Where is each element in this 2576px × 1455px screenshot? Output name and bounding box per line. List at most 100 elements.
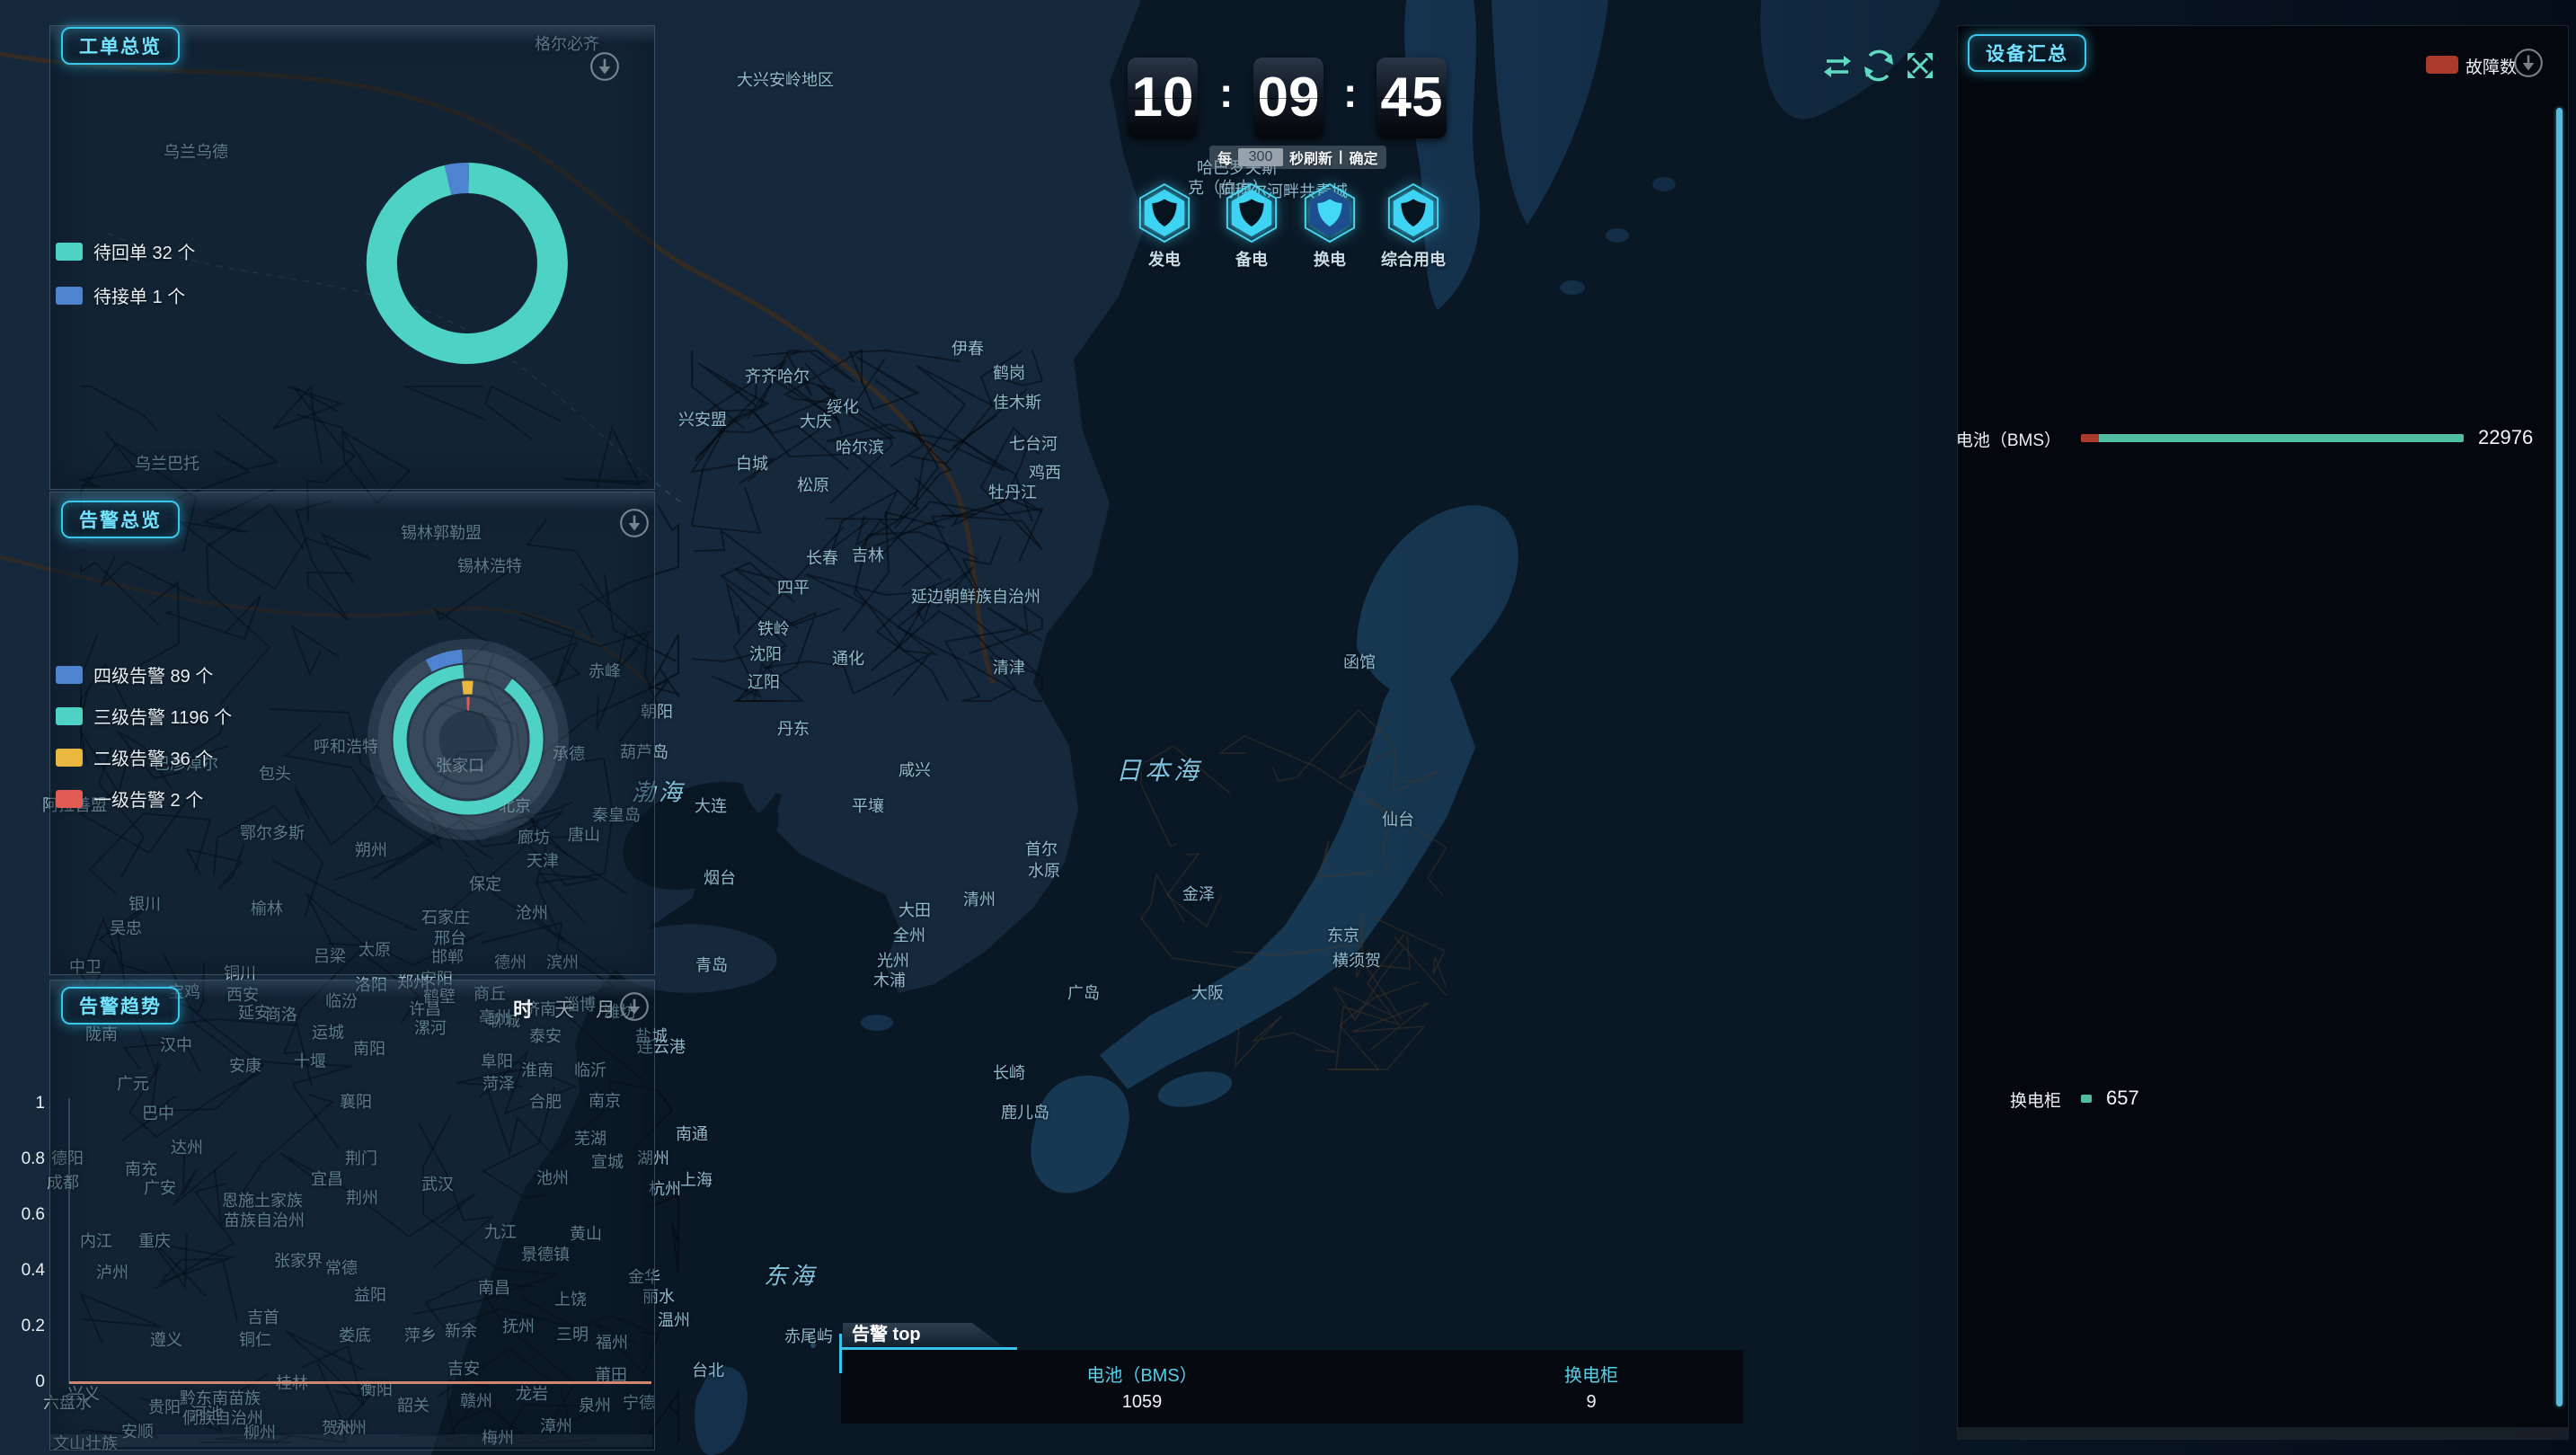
device-bar-total-segment bbox=[2081, 1095, 2092, 1103]
legend-swatch bbox=[56, 749, 83, 767]
fullscreen-icon[interactable] bbox=[1905, 50, 1935, 81]
device-bar-total-segment bbox=[2099, 434, 2464, 442]
refresh-prefix-label: 每 bbox=[1217, 146, 1232, 168]
map-city-label: 鹿儿岛 bbox=[1001, 1100, 1049, 1123]
panel-device-summary-title: 设备汇总 bbox=[1968, 34, 2086, 72]
work-order-legend: 待回单 32 个待接单 1 个 bbox=[56, 238, 195, 326]
map-city-label: 东京 bbox=[1327, 923, 1359, 946]
map-city-label: 咸兴 bbox=[899, 758, 931, 781]
map-city-label: 铁岭 bbox=[757, 617, 790, 640]
map-city-label: 长崎 bbox=[993, 1060, 1025, 1084]
alarm-trend-zero-line bbox=[69, 1381, 651, 1384]
shield-hexagon-icon bbox=[1224, 182, 1279, 244]
map-city-label: 牡丹江 bbox=[988, 480, 1037, 503]
map-city-label: 大阪 bbox=[1191, 980, 1224, 1004]
panel-alarm-overview-title: 告警总览 bbox=[61, 501, 180, 538]
device-bar-label: 电池（BMS） bbox=[1912, 427, 2061, 451]
trend-tab-天[interactable]: 天 bbox=[554, 994, 574, 1023]
download-icon[interactable] bbox=[2512, 47, 2545, 79]
device-bar-value: 657 bbox=[2106, 1087, 2139, 1110]
legend-item: 待回单 32 个 bbox=[56, 238, 195, 264]
device-bar-label: 换电柜 bbox=[1912, 1087, 2061, 1112]
map-city-label: 佳木斯 bbox=[993, 390, 1041, 413]
legend-swatch bbox=[56, 243, 83, 261]
refresh-unit-label: 秒刷新 bbox=[1289, 146, 1332, 168]
map-sea-label: 东海 bbox=[764, 1258, 818, 1291]
map-city-label: 温州 bbox=[658, 1308, 690, 1331]
panel-work-order-title: 工单总览 bbox=[61, 27, 180, 65]
clock-separator: : bbox=[1219, 68, 1233, 117]
map-city-label: 清州 bbox=[963, 887, 996, 910]
swap-icon[interactable] bbox=[1822, 52, 1853, 81]
y-tick-label: 0 bbox=[7, 1372, 45, 1392]
refresh-interval-bar: 每 300 秒刷新 | 确定 bbox=[1209, 146, 1386, 169]
map-jeju bbox=[861, 1015, 893, 1031]
map-city-label: 大庆 bbox=[800, 409, 832, 432]
map-city-label: 水原 bbox=[1028, 858, 1060, 882]
map-city-label: 延边朝鲜族自治州 bbox=[911, 584, 1040, 608]
device-bar bbox=[2081, 434, 2464, 442]
refresh-icon[interactable] bbox=[1862, 49, 1896, 83]
nav-category-备电[interactable] bbox=[1224, 182, 1279, 244]
legend-label: 待接单 1 个 bbox=[93, 282, 185, 308]
shield-hexagon-icon bbox=[1302, 182, 1358, 244]
map-city-label: 青岛 bbox=[695, 953, 728, 976]
map-city-label: 赤尾屿 bbox=[784, 1324, 833, 1347]
map-city-label: 七台河 bbox=[1009, 431, 1058, 455]
map-city-label: 平壤 bbox=[852, 794, 884, 817]
y-tick-label: 1 bbox=[7, 1094, 45, 1113]
map-city-label: 烟台 bbox=[704, 865, 736, 889]
map-city-label: 仙台 bbox=[1382, 807, 1414, 830]
alarm-overview-ring-chart bbox=[356, 627, 580, 852]
map-city-label: 鹤岗 bbox=[993, 360, 1025, 384]
legend-swatch bbox=[56, 287, 83, 305]
map-city-label: 丹东 bbox=[777, 716, 810, 740]
map-city-label: 广岛 bbox=[1067, 980, 1100, 1004]
clock-hours-tile: 10 bbox=[1128, 58, 1198, 138]
clock-seconds-tile: 45 bbox=[1377, 58, 1447, 138]
right-panel-scrollbar[interactable] bbox=[2556, 108, 2563, 1406]
map-city-label: 哈尔滨 bbox=[836, 435, 884, 458]
map-city-label: 兴安盟 bbox=[678, 407, 727, 430]
legend-item: 四级告警 89 个 bbox=[56, 661, 232, 688]
panel-alarm-trend bbox=[49, 980, 655, 1451]
device-summary-bottom-strip bbox=[1958, 1427, 2568, 1439]
map-city-label: 大田 bbox=[899, 898, 931, 921]
map-city-label: 长春 bbox=[806, 546, 838, 569]
map-city-label: 金泽 bbox=[1182, 882, 1215, 905]
refresh-interval-input[interactable]: 300 bbox=[1238, 148, 1283, 166]
device-bar-fault-segment bbox=[2081, 434, 2099, 442]
map-city-label: 全州 bbox=[893, 923, 925, 946]
nav-category-换电[interactable] bbox=[1302, 182, 1358, 244]
legend-swatch bbox=[56, 790, 83, 808]
legend-item: 待接单 1 个 bbox=[56, 282, 195, 308]
nav-category-综合用电[interactable] bbox=[1385, 182, 1441, 244]
y-tick-label: 0.4 bbox=[7, 1261, 45, 1281]
alarm-top-left-tick bbox=[839, 1334, 842, 1373]
refresh-confirm-button[interactable]: 确定 bbox=[1350, 146, 1378, 168]
legend-item: 一级告警 2 个 bbox=[56, 785, 232, 812]
map-city-label: 齐齐哈尔 bbox=[745, 364, 810, 387]
map-city-label: 台北 bbox=[692, 1358, 724, 1381]
alarm-top-underline bbox=[841, 1347, 1017, 1350]
refresh-divider: | bbox=[1339, 149, 1342, 165]
map-city-label: 函馆 bbox=[1343, 650, 1376, 673]
download-icon[interactable] bbox=[618, 507, 651, 539]
trend-tab-时[interactable]: 时 bbox=[513, 994, 533, 1023]
download-icon[interactable] bbox=[589, 50, 621, 83]
nav-category-发电[interactable] bbox=[1137, 182, 1192, 244]
map-sea-label: 日本海 bbox=[1116, 751, 1202, 787]
map-city-label: 辽阳 bbox=[748, 670, 780, 693]
clock-separator: : bbox=[1343, 68, 1357, 117]
legend-label: 三级告警 1196 个 bbox=[93, 703, 232, 729]
download-icon[interactable] bbox=[618, 990, 651, 1023]
y-tick-label: 0.2 bbox=[7, 1317, 45, 1336]
alarm-trend-bottom-strip bbox=[50, 1434, 652, 1447]
trend-tab-月[interactable]: 月 bbox=[596, 994, 615, 1023]
map-city-label: 上海 bbox=[680, 1167, 713, 1191]
work-order-donut-chart bbox=[359, 155, 575, 371]
map-city-label: 吉林 bbox=[852, 543, 884, 566]
fault-legend-label: 故障数 bbox=[2465, 54, 2517, 78]
nav-category-label: 综合用电 bbox=[1341, 247, 1485, 271]
device-bar-value: 22976 bbox=[2478, 426, 2533, 449]
